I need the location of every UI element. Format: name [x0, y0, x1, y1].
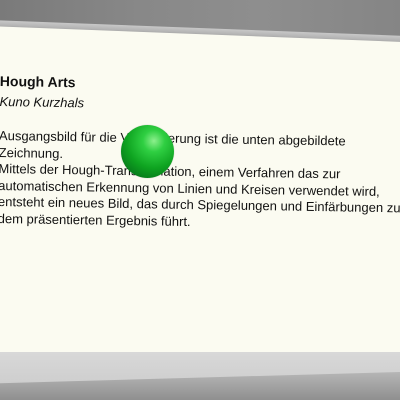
gaze-pointer-orb[interactable]	[121, 125, 174, 178]
artwork-author: Kuno Kurzhals	[0, 93, 85, 111]
vr-scene: Hough Arts Kuno Kurzhals Ausgangsbild fü…	[0, 0, 400, 400]
artwork-description: Ausgangsbild für die Visualisierung ist …	[0, 128, 400, 234]
info-panel-content: Hough Arts Kuno Kurzhals Ausgangsbild fü…	[0, 72, 400, 234]
